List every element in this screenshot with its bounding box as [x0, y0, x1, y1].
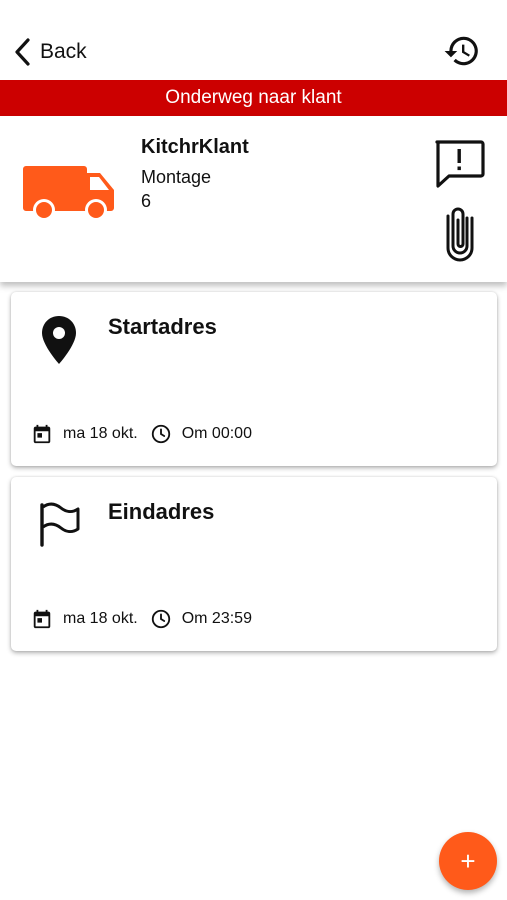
job-header: KitchrKlant Montage 6 — [0, 116, 507, 282]
flag-icon — [40, 502, 80, 547]
address-date: ma 18 okt. — [63, 610, 138, 627]
clock-icon — [151, 609, 170, 629]
back-button[interactable]: Back — [12, 34, 87, 70]
address-title: Startadres — [108, 314, 217, 339]
customer-name: KitchrKlant — [141, 136, 249, 158]
calendar-icon — [33, 424, 51, 444]
address-meta: ma 18 okt. Om 00:00 — [31, 422, 252, 446]
van-icon — [23, 166, 114, 221]
start-address-card[interactable]: Startadres ma 18 okt. Om 00:00 — [11, 292, 497, 466]
nav-bar: Back — [0, 0, 507, 80]
back-label: Back — [40, 40, 87, 63]
job-type: Montage — [141, 167, 212, 187]
history-icon[interactable] — [443, 32, 481, 70]
job-number: 6 — [141, 191, 152, 211]
status-banner: Onderweg naar klant — [0, 80, 507, 116]
paperclip-icon[interactable] — [443, 204, 477, 262]
add-button[interactable]: + — [439, 832, 497, 890]
chevron-left-icon — [15, 38, 30, 66]
location-pin-icon — [42, 316, 76, 364]
address-time: Om 00:00 — [181, 425, 252, 442]
address-meta: ma 18 okt. Om 23:59 — [31, 607, 252, 631]
address-time: Om 23:59 — [181, 610, 252, 627]
address-date: ma 18 okt. — [63, 425, 138, 442]
job-detail-screen: Back Onderweg naar klant KitchrKlant Mon… — [0, 0, 507, 900]
address-title: Eindadres — [108, 499, 215, 524]
calendar-icon — [33, 609, 51, 629]
end-address-card[interactable]: Eindadres ma 18 okt. Om 23:59 — [11, 477, 497, 651]
feedback-icon[interactable] — [433, 138, 485, 190]
clock-icon — [151, 424, 170, 444]
